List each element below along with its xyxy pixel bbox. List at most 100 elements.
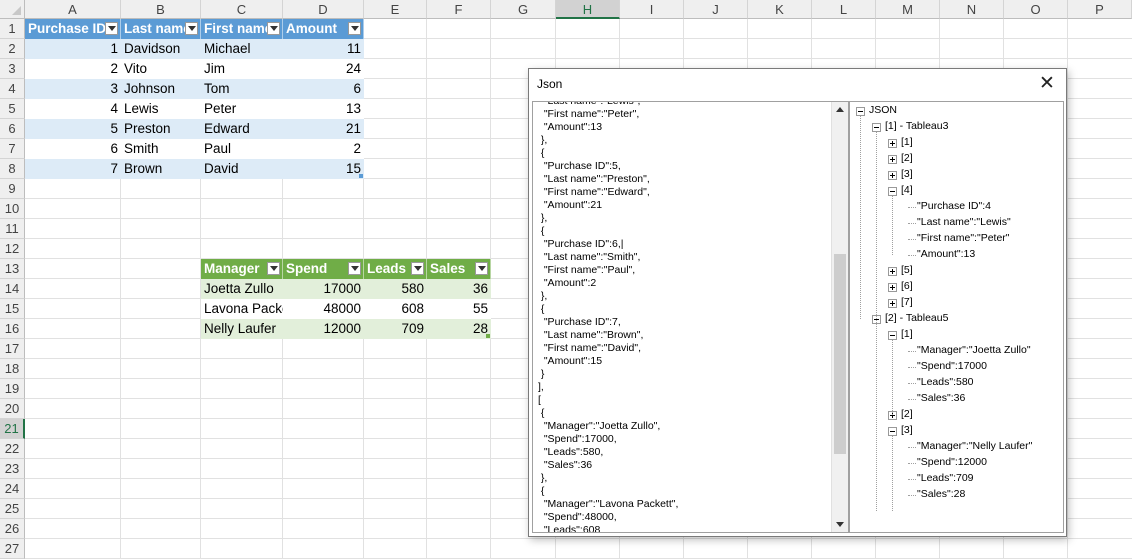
table-cell[interactable]: Lavona Packett (201, 299, 283, 319)
table-cell[interactable]: 13 (283, 99, 364, 119)
row-header-23[interactable]: 23 (0, 459, 25, 479)
expand-icon[interactable] (888, 171, 897, 180)
table-cell[interactable]: Nelly Laufer (201, 319, 283, 339)
column-header-c[interactable]: C (201, 0, 283, 19)
column-header-d[interactable]: D (283, 0, 364, 19)
tree-node-label[interactable]: [5] (901, 264, 913, 277)
table-cell[interactable]: 15 (283, 159, 364, 179)
column-header-i[interactable]: I (620, 0, 684, 19)
table-cell[interactable]: Edward (201, 119, 283, 139)
table-cell[interactable]: 3 (25, 79, 121, 99)
expand-icon[interactable] (888, 139, 897, 148)
json-tree-view[interactable]: JSON [1] - Tableau3 [1] [2] [3] [4] "Purchase … (849, 101, 1064, 533)
tree-node-label[interactable]: [2] (901, 152, 913, 165)
tree-node-label[interactable]: "Purchase ID":4 (917, 200, 991, 213)
table-header-cell[interactable]: Manager (201, 259, 283, 279)
table-cell[interactable]: Tom (201, 79, 283, 99)
vertical-scrollbar[interactable] (831, 102, 848, 532)
table-cell[interactable]: 12000 (283, 319, 364, 339)
table-cell[interactable]: Lewis (121, 99, 201, 119)
table-resize-handle[interactable] (359, 174, 363, 178)
tree-node-label[interactable]: "First name":"Peter" (917, 232, 1010, 245)
table-cell[interactable]: 17000 (283, 279, 364, 299)
column-header-j[interactable]: J (684, 0, 748, 19)
column-header-m[interactable]: M (876, 0, 940, 19)
row-header-26[interactable]: 26 (0, 519, 25, 539)
table-cell[interactable]: Smith (121, 139, 201, 159)
table-cell[interactable]: 4 (25, 99, 121, 119)
table-cell[interactable]: 28 (427, 319, 491, 339)
row-header-8[interactable]: 8 (0, 159, 25, 179)
scroll-down-arrow-icon[interactable] (832, 516, 848, 532)
row-header-10[interactable]: 10 (0, 199, 25, 219)
tree-node-label[interactable]: "Leads":709 (917, 472, 974, 485)
filter-dropdown-icon[interactable] (348, 22, 361, 35)
row-header-11[interactable]: 11 (0, 219, 25, 239)
filter-dropdown-icon[interactable] (267, 22, 280, 35)
row-header-15[interactable]: 15 (0, 299, 25, 319)
row-header-25[interactable]: 25 (0, 499, 25, 519)
table-cell[interactable]: Paul (201, 139, 283, 159)
row-header-17[interactable]: 17 (0, 339, 25, 359)
table-cell[interactable]: 1 (25, 39, 121, 59)
table-cell[interactable]: 608 (364, 299, 427, 319)
tree-node-label[interactable]: "Spend":17000 (917, 360, 987, 373)
table-cell[interactable]: 6 (25, 139, 121, 159)
column-header-l[interactable]: L (812, 0, 876, 19)
row-header-22[interactable]: 22 (0, 439, 25, 459)
table-cell[interactable]: Jim (201, 59, 283, 79)
row-header-2[interactable]: 2 (0, 39, 25, 59)
expand-icon[interactable] (888, 267, 897, 276)
row-header-9[interactable]: 9 (0, 179, 25, 199)
filter-dropdown-icon[interactable] (267, 262, 280, 275)
tree-node-label[interactable]: "Leads":580 (917, 376, 974, 389)
collapse-icon[interactable] (888, 187, 897, 196)
expand-icon[interactable] (888, 283, 897, 292)
scroll-up-arrow-icon[interactable] (832, 102, 848, 118)
row-header-13[interactable]: 13 (0, 259, 25, 279)
tree-node-label[interactable]: "Amount":13 (917, 248, 975, 261)
tree-node-label[interactable]: JSON (869, 104, 897, 117)
row-header-18[interactable]: 18 (0, 359, 25, 379)
table-cell[interactable]: 55 (427, 299, 491, 319)
table-cell[interactable]: 2 (283, 139, 364, 159)
table-cell[interactable]: Johnson (121, 79, 201, 99)
expand-icon[interactable] (888, 299, 897, 308)
select-all-corner[interactable] (0, 0, 25, 19)
row-header-19[interactable]: 19 (0, 379, 25, 399)
collapse-icon[interactable] (856, 107, 865, 116)
table-header-cell[interactable]: Spend (283, 259, 364, 279)
tree-node-label[interactable]: [1] - Tableau3 (885, 120, 948, 133)
collapse-icon[interactable] (872, 123, 881, 132)
tree-node-label[interactable]: [3] (901, 168, 913, 181)
tree-node-label[interactable]: "Last name":"Lewis" (917, 216, 1011, 229)
table-cell[interactable]: David (201, 159, 283, 179)
column-header-g[interactable]: G (491, 0, 556, 19)
table-cell[interactable]: Vito (121, 59, 201, 79)
table-header-cell[interactable]: Last name (121, 19, 201, 39)
table-header-cell[interactable]: Sales (427, 259, 491, 279)
scroll-thumb[interactable] (834, 254, 846, 454)
table-cell[interactable]: 2 (25, 59, 121, 79)
tree-node-label[interactable]: [2] (901, 408, 913, 421)
table-cell[interactable]: Joetta Zullo (201, 279, 283, 299)
column-header-n[interactable]: N (940, 0, 1004, 19)
filter-dropdown-icon[interactable] (348, 262, 361, 275)
tree-node-label[interactable]: "Sales":36 (917, 392, 965, 405)
row-header-7[interactable]: 7 (0, 139, 25, 159)
tree-node-label[interactable]: [6] (901, 280, 913, 293)
table-cell[interactable]: Davidson (121, 39, 201, 59)
close-icon[interactable]: ✕ (1036, 73, 1058, 95)
column-header-k[interactable]: K (748, 0, 812, 19)
json-text[interactable]: "Last name":"Lewis", "First name":"Peter… (538, 102, 678, 532)
tree-node-label[interactable]: [3] (901, 424, 913, 437)
row-header-21[interactable]: 21 (0, 419, 25, 439)
row-header-14[interactable]: 14 (0, 279, 25, 299)
row-header-5[interactable]: 5 (0, 99, 25, 119)
tree-node-label[interactable]: [1] (901, 136, 913, 149)
row-header-12[interactable]: 12 (0, 239, 25, 259)
table-cell[interactable]: 5 (25, 119, 121, 139)
column-header-e[interactable]: E (364, 0, 427, 19)
tree-node-label[interactable]: [4] (901, 184, 913, 197)
filter-dropdown-icon[interactable] (475, 262, 488, 275)
